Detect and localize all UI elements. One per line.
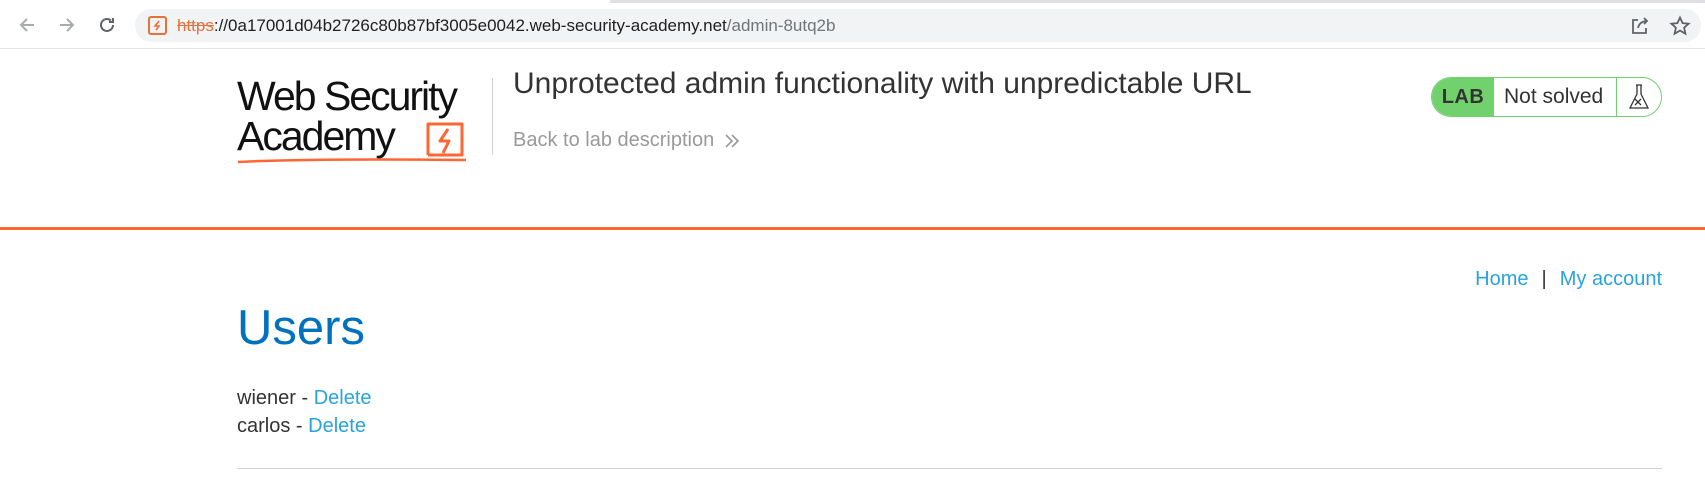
lab-status-widget: LAB Not solved <box>1431 77 1662 117</box>
url-path: /admin-8utq2b <box>726 16 836 35</box>
user-separator: - <box>290 415 309 437</box>
url-host: 0a17001d04b2726c80b87bf3005e0042.web-sec… <box>228 16 727 35</box>
nav-separator: | <box>1541 268 1547 290</box>
url-separator: :// <box>213 16 229 35</box>
header-divider <box>492 78 493 155</box>
double-chevron-right-icon <box>725 133 740 148</box>
list-item: carlos - Delete <box>237 415 366 438</box>
home-link[interactable]: Home <box>1475 268 1528 291</box>
star-icon[interactable] <box>1669 15 1691 37</box>
back-link-label: Back to lab description <box>513 129 715 151</box>
back-to-lab-description-link[interactable]: Back to lab description <box>513 129 740 152</box>
lab-title: Unprotected admin functionality with unp… <box>513 67 1252 100</box>
list-item: wiener - Delete <box>237 387 372 410</box>
flask-icon <box>1628 84 1650 109</box>
share-icon[interactable] <box>1629 15 1651 37</box>
web-security-academy-logo[interactable]: Web Security Academy <box>237 74 489 166</box>
logo-text-line1: Web Security <box>237 73 458 119</box>
forward-button[interactable] <box>52 10 82 40</box>
not-secure-icon[interactable] <box>148 16 167 35</box>
logo-underline <box>237 158 467 164</box>
page-title: Users <box>237 301 365 355</box>
logo-bolt-icon <box>426 122 464 157</box>
tab-strip <box>0 0 1705 3</box>
logo-text-line2: Academy <box>237 113 396 159</box>
browser-toolbar: https://0a17001d04b2726c80b87bf3005e0042… <box>0 0 1705 49</box>
back-arrow-icon <box>19 18 34 32</box>
delete-user-link[interactable]: Delete <box>308 415 366 437</box>
account-nav: Home | My account <box>1475 268 1662 291</box>
header-accent-rule <box>0 227 1705 230</box>
my-account-link[interactable]: My account <box>1560 268 1662 291</box>
lab-badge: LAB <box>1432 78 1494 116</box>
username: carlos <box>237 415 291 437</box>
content-divider <box>237 468 1662 469</box>
url-text[interactable]: https://0a17001d04b2726c80b87bf3005e0042… <box>177 16 835 36</box>
user-separator: - <box>295 387 314 409</box>
delete-user-link[interactable]: Delete <box>314 387 372 409</box>
back-button[interactable] <box>12 10 42 40</box>
url-scheme: https <box>177 16 214 35</box>
reload-button[interactable] <box>92 10 122 40</box>
lab-flask-button[interactable] <box>1617 78 1661 116</box>
active-tab[interactable] <box>0 0 610 3</box>
reload-icon <box>100 17 114 32</box>
username: wiener <box>237 387 296 409</box>
forward-arrow-icon <box>60 18 75 32</box>
lab-status-text: Not solved <box>1494 78 1617 116</box>
address-bar[interactable]: https://0a17001d04b2726c80b87bf3005e0042… <box>135 9 1701 42</box>
